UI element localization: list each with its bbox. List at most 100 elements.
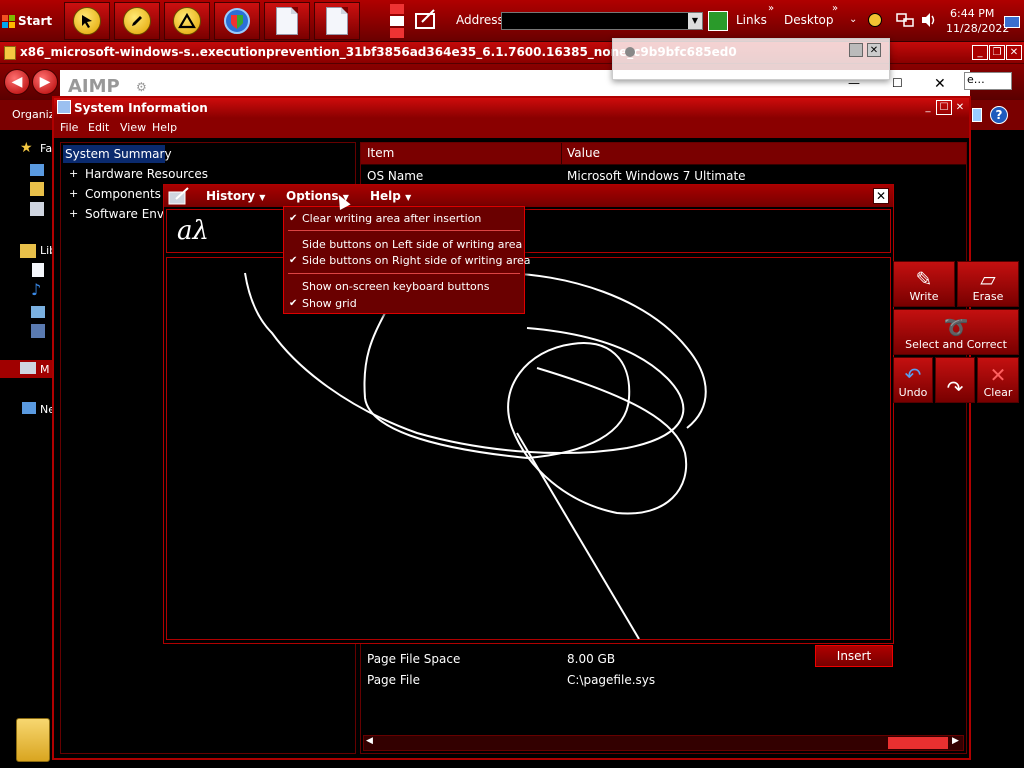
clock-date[interactable]: 11/28/2022 — [946, 22, 1009, 35]
desktop-label[interactable]: Desktop — [784, 13, 834, 27]
tablet-input-icon[interactable] — [414, 8, 438, 30]
pictures-icon[interactable] — [31, 306, 45, 318]
erase-label: Erase — [972, 290, 1004, 303]
minimize-button[interactable]: _ — [972, 45, 988, 60]
tree-expander-icon[interactable]: + — [69, 207, 78, 220]
links-label[interactable]: Links — [736, 13, 767, 27]
menu-help[interactable]: Help — [152, 121, 177, 134]
settings-gear-icon[interactable]: ⚙ — [136, 80, 147, 94]
tree-expander-icon[interactable]: + — [69, 187, 78, 200]
preview-text: aλ — [177, 216, 209, 246]
table-row[interactable]: Page File C:\pagefile.sys — [361, 670, 966, 691]
option-show-keyboard-buttons[interactable]: Show on-screen keyboard buttons — [302, 280, 489, 293]
help-icon[interactable]: ? — [990, 106, 1008, 124]
taskbar-app-aimp[interactable] — [164, 2, 210, 40]
back-arrow-icon[interactable]: ◀ — [4, 69, 30, 95]
address-input[interactable]: ▼ — [501, 12, 703, 30]
sysinfo-minimize-button[interactable]: _ — [920, 100, 936, 115]
menu-help[interactable]: Help ▼ — [370, 189, 411, 203]
list-header: Item Value — [361, 143, 966, 165]
option-show-grid[interactable]: Show grid — [302, 297, 357, 310]
cursor-arrow-icon — [73, 7, 101, 35]
videos-icon[interactable] — [31, 324, 45, 338]
aimp-maximize-icon[interactable]: ☐ — [892, 76, 903, 90]
search-input[interactable]: e… — [964, 72, 1012, 90]
tray-expand-icon[interactable]: ⌄ — [849, 14, 857, 25]
sysinfo-maximize-button[interactable]: ☐ — [936, 100, 952, 115]
aimp-tray-icon[interactable] — [868, 13, 882, 27]
tree-item-hardware-resources[interactable]: Hardware Resources — [85, 167, 208, 181]
links-chevron-icon[interactable]: » — [768, 3, 774, 14]
go-refresh-icon[interactable] — [708, 11, 728, 31]
network-icon[interactable] — [896, 12, 914, 28]
input-panel-icon[interactable] — [168, 187, 190, 205]
scrollbar-thumb[interactable] — [888, 737, 948, 749]
option-clear-after-insertion[interactable]: Clear writing area after insertion — [302, 212, 481, 225]
volume-icon[interactable] — [920, 12, 938, 28]
downloads-icon[interactable] — [30, 182, 44, 196]
erase-button[interactable]: ▱ Erase — [957, 261, 1019, 307]
preview-pane-icon[interactable] — [972, 108, 982, 122]
folder-icon[interactable] — [16, 718, 50, 762]
select-correct-label: Select and Correct — [905, 338, 1007, 351]
menu-view[interactable]: View — [120, 121, 146, 134]
notification-popup: ✕ — [612, 38, 890, 80]
scroll-left-icon[interactable]: ◀ — [366, 736, 373, 746]
sysinfo-close-button[interactable]: ✕ — [952, 100, 968, 115]
clear-button[interactable]: ✕ Clear — [977, 357, 1019, 403]
aimp-logo: AIMP — [68, 76, 120, 97]
option-side-buttons-left[interactable]: Side buttons on Left side of writing are… — [302, 238, 522, 251]
address-dropdown-button[interactable]: ▼ — [688, 13, 702, 29]
insert-button[interactable]: Insert — [815, 645, 893, 667]
documents-icon[interactable] — [32, 263, 44, 277]
tree-item-components[interactable]: Components — [85, 187, 161, 201]
desktop-chevron-icon[interactable]: » — [832, 3, 838, 14]
ink-stroke — [496, 272, 707, 429]
tree-expander-icon[interactable]: + — [69, 167, 78, 180]
forward-arrow-icon[interactable]: ▶ — [32, 69, 58, 95]
organize-button[interactable]: Organiz — [12, 108, 55, 121]
desktop-icon[interactable] — [30, 164, 44, 176]
nav-favorites[interactable]: Fa — [40, 142, 52, 155]
undo-button[interactable]: ↶ Undo — [893, 357, 933, 403]
lasso-icon: ➰ — [943, 315, 969, 339]
menu-edit[interactable]: Edit — [88, 121, 109, 134]
scroll-up-button[interactable] — [390, 4, 404, 14]
tree-item-software-environment[interactable]: Software Envi — [85, 207, 167, 221]
scroll-right-icon[interactable]: ▶ — [952, 736, 959, 746]
notification-close-icon[interactable]: ✕ — [867, 43, 881, 57]
close-button[interactable]: ✕ — [1006, 45, 1022, 60]
taskbar-app-pen[interactable] — [114, 2, 160, 40]
show-desktop-icon[interactable] — [1004, 16, 1020, 28]
column-header-value[interactable]: Value — [567, 146, 600, 160]
redo-icon: ↷ — [946, 376, 964, 400]
write-button[interactable]: ✎ Write — [893, 261, 955, 307]
writing-area[interactable] — [166, 257, 891, 640]
aimp-close-icon[interactable]: ✕ — [934, 76, 946, 92]
row-value: C:\pagefile.sys — [567, 673, 656, 687]
wrench-icon[interactable] — [849, 43, 863, 57]
redo-button[interactable]: ↷ — [935, 357, 975, 403]
maximize-button[interactable]: ❐ — [989, 45, 1005, 60]
select-and-correct-button[interactable]: ➰ Select and Correct — [893, 309, 1019, 355]
taskbar-app-document-1[interactable] — [264, 2, 310, 40]
recognition-preview[interactable]: aλ — [166, 209, 891, 253]
menu-history[interactable]: History ▼ — [206, 189, 265, 203]
scroll-down-button[interactable] — [390, 28, 404, 38]
tree-item-system-summary[interactable]: System Summary — [65, 147, 172, 161]
ink-stroke — [516, 432, 640, 640]
taskbar-app-pointer[interactable] — [64, 2, 110, 40]
recent-places-icon[interactable] — [30, 202, 44, 216]
start-button[interactable]: Start — [2, 7, 54, 35]
input-panel-close-button[interactable]: ✕ — [873, 188, 889, 204]
clock-time[interactable]: 6:44 PM — [950, 7, 994, 20]
check-icon: ✔ — [289, 255, 298, 266]
column-header-item[interactable]: Item — [367, 146, 394, 160]
horizontal-scrollbar[interactable]: ◀ ▶ — [363, 735, 964, 751]
taskbar-app-document-2[interactable] — [314, 2, 360, 40]
taskbar-app-ie[interactable] — [214, 2, 260, 40]
music-note-icon[interactable]: ♪ — [31, 280, 41, 299]
menu-file[interactable]: File — [60, 121, 78, 134]
nav-computer[interactable]: M — [40, 363, 50, 376]
option-side-buttons-right[interactable]: Side buttons on Right side of writing ar… — [302, 254, 531, 267]
